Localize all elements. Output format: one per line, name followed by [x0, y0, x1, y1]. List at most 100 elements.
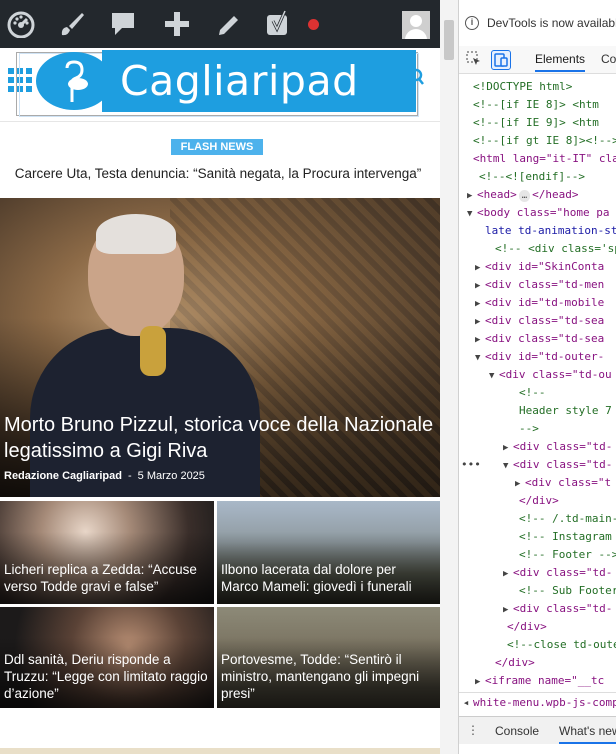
dom-node-line[interactable]: </div>: [519, 492, 559, 510]
inspect-element-icon[interactable]: [465, 50, 485, 70]
wp-admin-bar: [0, 0, 440, 48]
dom-node-line[interactable]: <!--[if IE 8]> <htm: [473, 96, 599, 114]
dom-node-line[interactable]: ▶ <div class="td-: [503, 438, 612, 456]
logo-text: Cagliaripad: [120, 57, 359, 105]
dom-node-line[interactable]: <html lang="it-IT" cla: [473, 150, 616, 168]
flash-news-headline[interactable]: Carcere Uta, Testa denuncia: “Sanità neg…: [0, 166, 436, 181]
new-plus-icon[interactable]: [162, 8, 192, 40]
dom-node-line[interactable]: <!--close td-oute: [507, 636, 616, 654]
dom-node-line[interactable]: ▼ <body class="home pa: [467, 204, 609, 222]
dom-node-line[interactable]: </div>: [507, 618, 547, 636]
dom-node-line[interactable]: ▶ <div class="td-sea: [475, 312, 604, 330]
viewport-scrollbar[interactable]: [440, 0, 458, 754]
dom-node-line[interactable]: <!-- Instagram: [519, 528, 612, 546]
dom-breadcrumb[interactable]: ◂ white-menu.wpb-js-comp: [459, 692, 616, 712]
article-card[interactable]: Ddl sanità, Deriu risponde a Truzzu: “Le…: [0, 607, 214, 708]
hero-article[interactable]: Morto Bruno Pizzul, storica voce della N…: [0, 198, 440, 497]
article-title[interactable]: Ilbono lacerata dal dolore per Marco Mam…: [221, 561, 427, 595]
drawer-tab-whats-new[interactable]: What's new: [559, 724, 616, 744]
drawer-menu-icon[interactable]: ⋮: [467, 723, 479, 737]
article-card[interactable]: Ilbono lacerata dal dolore per Marco Mam…: [217, 501, 440, 604]
mobile-site-viewport: Cagliaripad FLASH NEWS Carcere Uta, Test…: [0, 0, 440, 754]
article-title[interactable]: Ddl sanità, Deriu risponde a Truzzu: “Le…: [4, 651, 210, 702]
hero-author[interactable]: Redazione Cagliaripad: [4, 470, 122, 482]
flamingo-logo-icon: [36, 52, 112, 110]
dom-node-line[interactable]: late td-animation-st: [485, 222, 616, 240]
dom-node-line[interactable]: ▶ <div class="td-: [503, 600, 612, 618]
tab-elements[interactable]: Elements: [535, 52, 586, 72]
site-logo[interactable]: Cagliaripad: [20, 50, 416, 112]
customize-brush-icon[interactable]: [56, 8, 86, 40]
yoast-seo-icon[interactable]: [264, 8, 294, 40]
dom-node-line[interactable]: <!-- /.td-main-: [519, 510, 616, 528]
notification-dot: [308, 19, 319, 30]
hero-title[interactable]: Morto Bruno Pizzul, storica voce della N…: [4, 412, 434, 464]
dom-node-line[interactable]: <!-- Footer -->: [519, 546, 616, 564]
comments-icon[interactable]: [108, 8, 138, 40]
tab-console[interactable]: Co: [601, 52, 616, 66]
site-header: Cagliaripad: [0, 48, 440, 122]
dom-node-line[interactable]: ▶ <div id="td-mobile: [475, 294, 604, 312]
dom-node-line[interactable]: ▶ <div class="td-sea: [475, 330, 604, 348]
expand-arrow-icon[interactable]: ▶: [475, 331, 485, 349]
info-icon: i: [465, 16, 479, 30]
article-card[interactable]: Portovesme, Todde: “Sentirò il ministro,…: [217, 607, 440, 708]
device-toolbar-icon[interactable]: [491, 50, 511, 70]
dom-tree: <!DOCTYPE html> <!--[if IE 8]> <htm <!--[i…: [459, 78, 616, 690]
expand-arrow-icon[interactable]: ▶: [467, 187, 477, 205]
article-card[interactable]: Licheri replica a Zedda: “Accuse verso T…: [0, 501, 214, 604]
collapse-arrow-icon[interactable]: ▼: [467, 205, 477, 223]
dom-node-line[interactable]: Header style 7: [519, 402, 612, 420]
edit-pencil-icon[interactable]: [214, 8, 244, 40]
drawer-tab-console[interactable]: Console: [495, 724, 539, 738]
expand-arrow-icon[interactable]: ▶: [503, 601, 513, 619]
node-actions-icon[interactable]: •••: [461, 456, 481, 474]
next-article-peek: [0, 748, 440, 754]
expand-arrow-icon[interactable]: ▶: [475, 673, 485, 690]
dom-node-line[interactable]: ▼ <div id="td-outer-: [475, 348, 604, 366]
expand-arrow-icon[interactable]: ▶: [503, 565, 513, 583]
hero-meta: Redazione Cagliaripad -5 Marzo 2025: [4, 470, 205, 482]
microphone-image-detail: [140, 326, 166, 376]
dom-node-line[interactable]: <!--<![endif]-->: [479, 168, 585, 186]
dom-node-line[interactable]: ▼ <div class="td-ou: [489, 366, 612, 384]
dom-node-line[interactable]: <!-- <div class='sp: [495, 240, 616, 258]
collapse-arrow-icon[interactable]: ▼: [489, 367, 499, 385]
dom-node-line[interactable]: <!-- Sub Footer: [519, 582, 616, 600]
dom-node-line[interactable]: -->: [519, 420, 539, 438]
dom-node-line[interactable]: ▶ <div class="td-: [503, 564, 612, 582]
dom-node-line[interactable]: ▶ <div class="t: [515, 474, 611, 492]
dom-node-line[interactable]: <!--[if IE 9]> <htm: [473, 114, 599, 132]
dom-node-line[interactable]: ▶ <iframe name="__tc: [475, 672, 604, 690]
flash-news-badge: FLASH NEWS: [171, 139, 263, 155]
expand-arrow-icon[interactable]: ▶: [515, 475, 525, 493]
expand-arrow-icon[interactable]: ▶: [475, 313, 485, 331]
dashboard-icon[interactable]: [6, 8, 36, 40]
search-icon[interactable]: [409, 68, 424, 90]
expand-arrow-icon[interactable]: ▶: [475, 295, 485, 313]
dom-node-line[interactable]: <!DOCTYPE html>: [473, 78, 572, 96]
user-avatar[interactable]: [402, 11, 430, 39]
collapse-arrow-icon[interactable]: ▼: [503, 457, 513, 475]
dom-node-line[interactable]: <!--: [519, 384, 546, 402]
dom-node-line[interactable]: ▶ <div class="td-men: [475, 276, 604, 294]
hero-date: 5 Marzo 2025: [137, 470, 205, 482]
article-title[interactable]: Portovesme, Todde: “Sentirò il ministro,…: [221, 651, 427, 702]
dom-node-line[interactable]: </div>: [495, 654, 535, 672]
collapse-arrow-icon[interactable]: ▼: [475, 349, 485, 367]
collapsed-ellipsis-icon[interactable]: …: [518, 190, 531, 202]
devtools-info-bar: i DevTools is now available: [459, 8, 616, 38]
expand-arrow-icon[interactable]: ▶: [475, 259, 485, 277]
dom-node-line[interactable]: ▼ <div class="td-: [503, 456, 612, 474]
dom-node-line[interactable]: <!--[if gt IE 8]><!-->: [473, 132, 616, 150]
dom-node-line[interactable]: ▶ <head>… </head>: [467, 186, 579, 204]
devtools-panel: i DevTools is now available Elements Co …: [458, 0, 616, 754]
devtools-drawer: ⋮ Console What's new: [459, 716, 616, 744]
info-message: DevTools is now available: [487, 16, 616, 30]
expand-arrow-icon[interactable]: ▶: [503, 439, 513, 457]
breadcrumb-scroll-left-icon[interactable]: ◂: [459, 693, 473, 712]
scrollbar-thumb[interactable]: [444, 20, 454, 60]
expand-arrow-icon[interactable]: ▶: [475, 277, 485, 295]
article-title[interactable]: Licheri replica a Zedda: “Accuse verso T…: [4, 561, 210, 595]
dom-node-line[interactable]: ▶ <div id="SkinConta: [475, 258, 604, 276]
